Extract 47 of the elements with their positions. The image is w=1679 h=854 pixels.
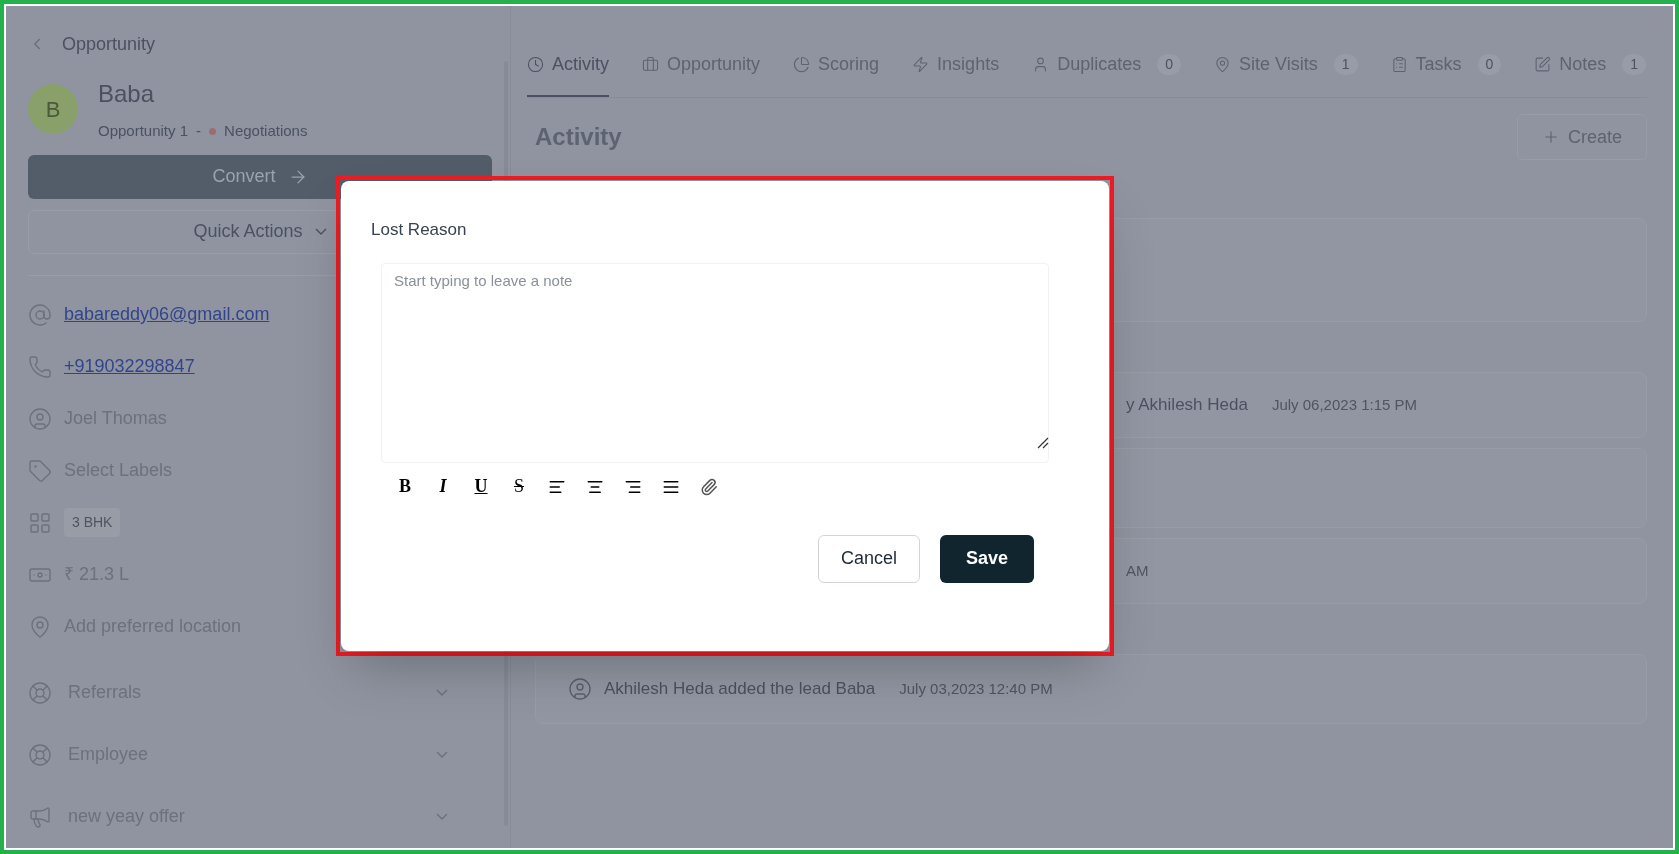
paperclip-icon [700,477,718,496]
note-field[interactable]: Start typing to leave a note [381,262,1049,463]
chevron-icon [314,228,327,235]
pencil-icon [1534,56,1552,73]
count-badge: 1 [1622,54,1647,75]
page-title: Opportunity [62,32,156,56]
count-badge: 0 [1477,54,1502,75]
location-pin-icon [1214,56,1231,73]
phone-link[interactable]: +919032298847 [64,353,195,380]
activity-text: Akhilesh Heda added the lead Baba [604,678,876,701]
underline-button[interactable]: U [467,472,495,501]
save-button[interactable]: Save [939,534,1034,583]
user-icon [568,677,592,701]
location-pin-icon [28,614,52,639]
bold-button[interactable]: B [391,472,419,501]
megaphone-icon [28,804,52,829]
briefcase-icon [642,56,659,73]
activity-time: July 06,2023 1:15 PM [1271,394,1417,415]
opportunity-text: Opportunity 1 [98,121,189,141]
count-badge: 1 [1333,54,1358,75]
resize-grip-icon [1037,436,1049,449]
activity-time: AM [1126,560,1149,581]
separator-text: - [196,121,202,141]
tab[interactable]: Activity [527,51,609,97]
lifebuoy-icon [28,680,52,705]
clock-icon [527,56,544,73]
email-link[interactable]: babareddy06@gmail.com [64,301,270,328]
clipboard-icon [1390,56,1408,73]
lifebuoy-icon [28,742,52,767]
user-icon [28,406,52,431]
tag-icon [28,458,52,483]
lightning-icon [912,56,930,73]
pie-chart-icon [793,56,811,73]
dialog-title: Lost Reason [371,219,468,241]
at-icon [28,302,52,327]
cancel-button[interactable]: Cancel [817,534,920,583]
count-badge: 0 [1157,54,1181,75]
lead-name: Baba [98,79,156,109]
strike-button[interactable]: S [505,472,533,501]
activity-text: y Akhilesh Heda [1126,394,1248,417]
activity-time: July 03,2023 12:40 PM [899,678,1053,699]
tag-chip: 3 BHK [64,508,121,537]
phone-icon [28,354,52,379]
grid-icon [28,510,52,535]
italic-button[interactable]: I [429,472,457,501]
avatar: B [28,84,78,135]
stage-text: Negotiations [224,121,308,141]
